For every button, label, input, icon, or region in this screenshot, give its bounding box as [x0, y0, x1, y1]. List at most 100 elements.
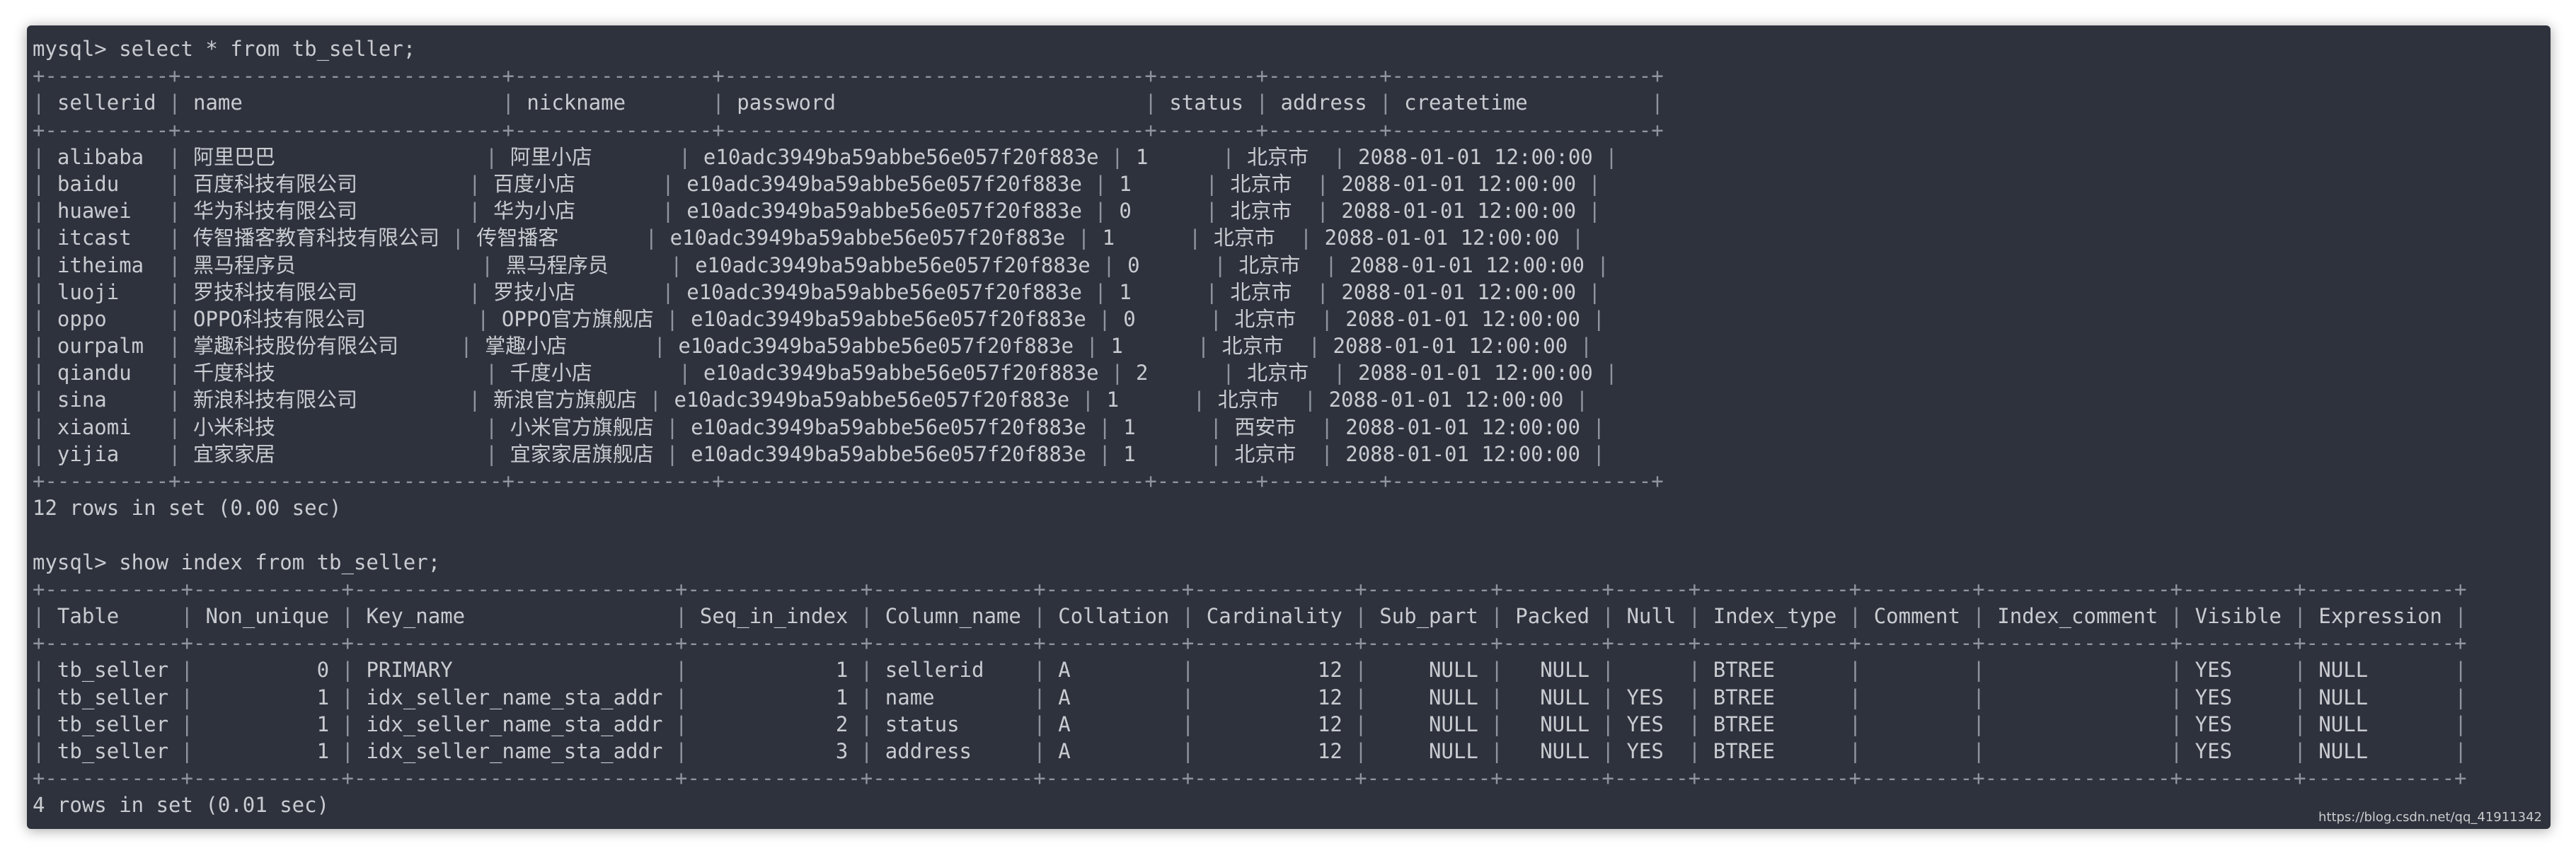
table-row: | yijia | 宜家家居 | 宜家家居旗舰店 | e10adc3949ba5…: [33, 441, 2467, 468]
prompt-text: mysql>: [33, 37, 120, 61]
table-cell: 1: [1102, 226, 1177, 250]
cell-separator: |: [156, 253, 193, 277]
table-cell: NULL: [2318, 658, 2442, 683]
table-cell: [1997, 712, 2158, 736]
table-cell: PRIMARY: [366, 658, 663, 683]
table-cell: 1: [205, 685, 330, 709]
table-cell: NULL: [1379, 685, 1478, 709]
cell-separator: |: [1576, 279, 1601, 304]
table-cell: 0: [205, 658, 330, 683]
table-cell: 新浪科技有限公司: [193, 388, 456, 412]
cell-separator: |: [699, 91, 737, 115]
cell-separator: |: [33, 658, 57, 683]
table-cell: idx_seller_name_sta_addr: [366, 712, 663, 736]
table-cell: name: [885, 685, 1021, 709]
cell-separator: |: [662, 685, 700, 709]
cell-separator: |: [1836, 685, 1874, 709]
column-header: Column_name: [885, 603, 1021, 628]
table-cell: YES: [2195, 685, 2282, 709]
cell-separator: |: [168, 658, 206, 683]
cell-separator: |: [1287, 226, 1325, 250]
table-row: | itheima | 黑马程序员 | 黑马程序员 | e10adc3949ba…: [33, 252, 2467, 279]
table-row: | ourpalm | 掌趣科技股份有限公司 | 掌趣小店 | e10adc39…: [33, 332, 2467, 359]
table-cell: 宜家家居: [193, 441, 473, 466]
table-cell: 北京市: [1221, 334, 1296, 359]
cell-separator: |: [1243, 91, 1281, 115]
cell-separator: |: [447, 334, 485, 359]
column-header: Key_name: [366, 603, 663, 628]
cell-separator: |: [33, 603, 57, 628]
table-cell: 华为科技有限公司: [193, 199, 456, 224]
cell-separator: |: [2281, 603, 2319, 628]
cell-separator: |: [33, 712, 57, 736]
table-border-line: +----------+--------------------------+-…: [33, 117, 1664, 142]
cell-separator: |: [456, 171, 494, 196]
cell-separator: |: [2158, 603, 2195, 628]
cell-separator: |: [1169, 712, 1207, 736]
cell-separator: |: [1576, 199, 1601, 224]
table-cell: 西安市: [1234, 414, 1309, 439]
table-cell: itcast: [57, 226, 156, 250]
cell-separator: |: [156, 171, 193, 196]
cell-separator: |: [1169, 658, 1207, 683]
cell-separator: |: [33, 685, 57, 709]
cell-separator: |: [666, 361, 703, 385]
terminal-output[interactable]: mysql> select * from tb_seller; +--------…: [33, 35, 2467, 818]
prompt-text: mysql>: [33, 550, 120, 574]
table-cell: 黑马程序员: [193, 253, 469, 277]
cell-separator: |: [1580, 414, 1605, 439]
table-row: | itcast | 传智播客教育科技有限公司 | 传智播客 | e10adc3…: [33, 224, 2467, 251]
cell-separator: |: [662, 712, 700, 736]
cell-separator: |: [1176, 226, 1214, 250]
cell-separator: |: [33, 441, 57, 466]
table-cell: 新浪官方旗舰店: [493, 388, 638, 412]
cell-separator: |: [1478, 712, 1516, 736]
cell-separator: |: [473, 361, 510, 385]
table-cell: idx_seller_name_sta_addr: [366, 738, 663, 763]
table-row: | alibaba | 阿里巴巴 | 阿里小店 | e10adc3949ba59…: [33, 144, 2467, 170]
cell-separator: |: [1074, 334, 1111, 359]
table-cell: 1: [699, 685, 849, 709]
cell-separator: |: [1201, 253, 1239, 277]
table-row: | sina | 新浪科技有限公司 | 新浪官方旗舰店 | e10adc3949…: [33, 386, 2467, 413]
table-cell: 2088-01-01 12:00:00: [1328, 388, 1564, 412]
cell-separator: |: [653, 441, 691, 466]
cell-separator: |: [1086, 306, 1124, 331]
table-cell: 1: [1136, 144, 1210, 169]
table-border: +----------+--------------------------+-…: [33, 62, 2467, 89]
cell-separator: |: [33, 91, 57, 115]
cell-separator: |: [168, 738, 206, 763]
table-cell: YES: [1626, 712, 1677, 736]
table-cell: 传智播客: [476, 226, 633, 250]
table-header-row: | Table | Non_unique | Key_name | Seq_in…: [33, 603, 2467, 629]
cell-separator: |: [666, 144, 703, 169]
cell-separator: |: [1589, 685, 1627, 709]
table-cell: 千度小店: [510, 361, 667, 385]
cell-separator: |: [156, 361, 193, 385]
result-summary: 12 rows in set (0.00 sec): [33, 494, 2467, 521]
cell-separator: |: [1676, 658, 1713, 683]
cell-separator: |: [1342, 658, 1380, 683]
cell-separator: |: [456, 279, 494, 304]
cell-separator: |: [1209, 144, 1248, 169]
cell-separator: |: [33, 171, 57, 196]
table-cell: 0: [1119, 199, 1194, 224]
cell-separator: |: [1342, 685, 1380, 709]
command-line: mysql> select * from tb_seller;: [33, 35, 2467, 62]
column-header: Seq_in_index: [699, 603, 849, 628]
table-cell: YES: [1626, 738, 1677, 763]
table-cell: 北京市: [1234, 441, 1309, 466]
cell-separator: |: [329, 685, 367, 709]
table-cell: e10adc3949ba59abbe56e057f20f883e: [678, 334, 1074, 359]
cell-separator: |: [1342, 603, 1380, 628]
table-cell: 2088-01-01 12:00:00: [1324, 226, 1560, 250]
cell-separator: |: [1132, 91, 1170, 115]
cell-separator: |: [1580, 306, 1605, 331]
terminal-window[interactable]: mysql> select * from tb_seller; +--------…: [27, 25, 2551, 829]
table-cell: e10adc3949ba59abbe56e057f20f883e: [691, 441, 1086, 466]
cell-separator: |: [156, 388, 193, 412]
cell-separator: |: [1960, 603, 1998, 628]
cell-separator: |: [1960, 738, 1998, 763]
table-row: | baidu | 百度科技有限公司 | 百度小店 | e10adc3949ba…: [33, 170, 2467, 197]
table-cell: NULL: [1379, 658, 1478, 683]
